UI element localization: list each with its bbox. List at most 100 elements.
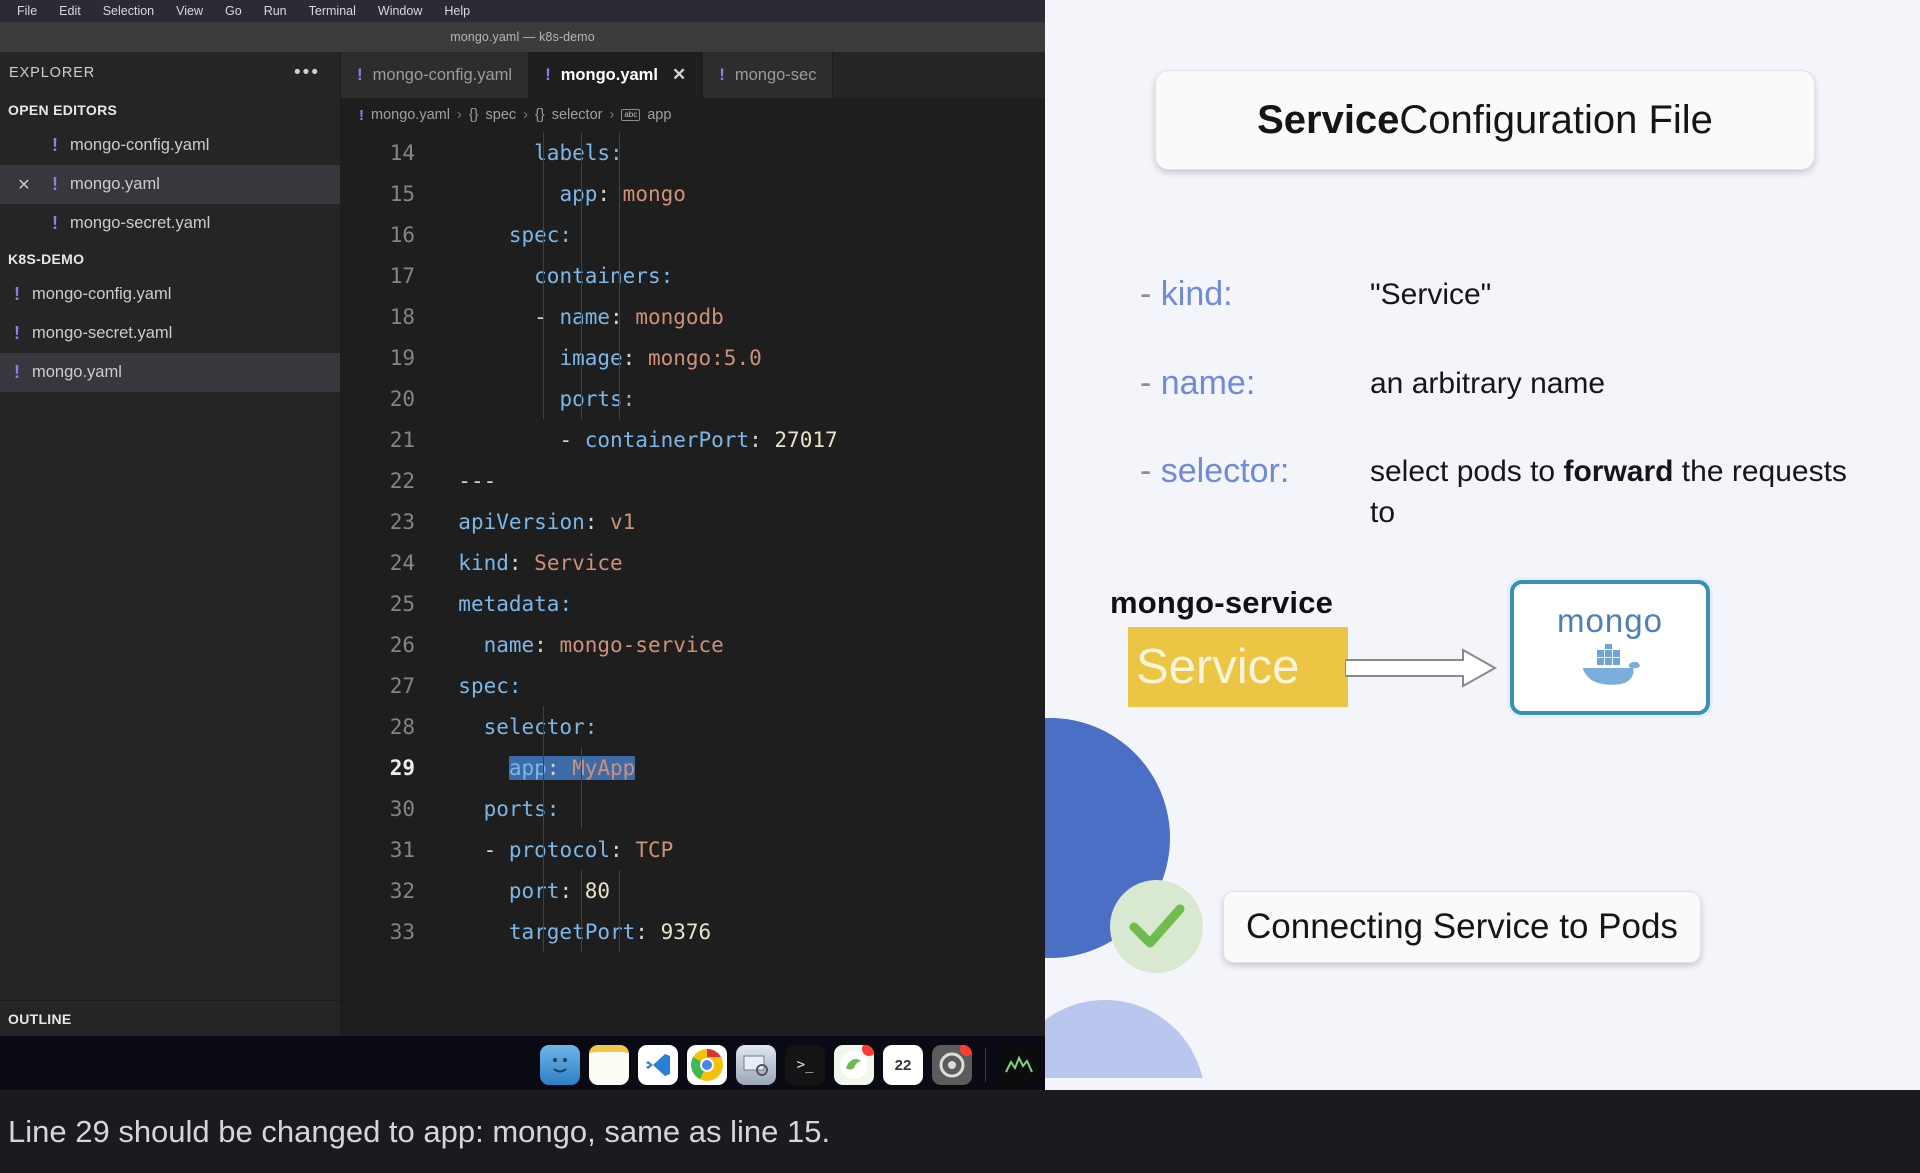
terminal-icon[interactable]: >_ — [785, 1045, 825, 1085]
slide-field-row: - selector: select pods to forward the re… — [1140, 452, 1900, 533]
slide-title-bold: Service — [1257, 97, 1400, 142]
code-text: selector: — [483, 714, 598, 739]
menu-item-selection[interactable]: Selection — [92, 0, 165, 22]
service-name-label: mongo-service — [1110, 585, 1334, 620]
menu-item-go[interactable]: Go — [214, 0, 253, 22]
finder-icon[interactable] — [540, 1045, 580, 1085]
line-number: 22 — [389, 468, 415, 493]
docker-whale-icon — [1579, 643, 1641, 693]
dock-separator — [985, 1048, 986, 1082]
postman-icon[interactable] — [834, 1045, 874, 1085]
line-number: 26 — [389, 632, 415, 657]
indent-guide — [619, 870, 620, 952]
code-text: apiVersion: v1 — [458, 509, 636, 534]
editor-tab[interactable]: ! mongo-config.yaml — [341, 52, 530, 98]
vscode-icon[interactable] — [638, 1045, 678, 1085]
menu-item-run[interactable]: Run — [253, 0, 298, 22]
code-line[interactable]: 29 app: MyApp — [341, 747, 1045, 788]
folder-header[interactable]: K8S-DEMO — [0, 243, 340, 275]
code-text: app: mongo — [559, 181, 686, 206]
code-line[interactable]: 33 targetPort: 9376 — [341, 911, 1045, 952]
code-line[interactable]: 21 - containerPort: 27017 — [341, 419, 1045, 460]
open-editor-item[interactable]: ✕! mongo.yaml — [0, 165, 340, 204]
close-icon[interactable]: ✕ — [8, 175, 40, 195]
slide-field-value: select pods to forward the requests to — [1370, 455, 1847, 529]
macos-menubar: File Edit Selection View Go Run Terminal Window… — [0, 0, 1045, 22]
caption-bar: Line 29 should be changed to app: mongo,… — [0, 1090, 1920, 1173]
ellipsis-icon[interactable]: ••• — [294, 63, 320, 82]
code-line[interactable]: 25 metadata: — [341, 583, 1045, 624]
menu-item-terminal[interactable]: Terminal — [298, 0, 367, 22]
code-line[interactable]: 32 port: 80 — [341, 870, 1045, 911]
code-area[interactable]: 14 labels: 15 app: mongo 16 spec: 17 contai… — [341, 132, 1045, 1022]
code-text: spec: — [508, 222, 573, 247]
menu-item-view[interactable]: View — [165, 0, 214, 22]
code-line[interactable]: 19 image: mongo:5.0 — [341, 337, 1045, 378]
file-tree-item[interactable]: ! mongo-secret.yaml — [0, 314, 340, 353]
menu-item-edit[interactable]: Edit — [48, 0, 92, 22]
breadcrumb-separator: › — [523, 107, 528, 123]
line-number: 18 — [389, 304, 415, 329]
folder-file-list: ! mongo-config.yaml! mongo-secret.yaml! mon… — [0, 275, 340, 392]
code-text: kind: Service — [458, 550, 623, 575]
file-tree-label: mongo-config.yaml — [32, 285, 172, 303]
outline-header[interactable]: OUTLINE — [0, 1000, 340, 1036]
editor-tab[interactable]: ! mongo-sec — [703, 52, 834, 98]
code-text: ports: — [483, 796, 560, 821]
preview-icon[interactable] — [736, 1045, 776, 1085]
pod-box: mongo — [1510, 580, 1710, 715]
code-text: labels: — [534, 140, 623, 165]
breadcrumb-file[interactable]: mongo.yaml — [371, 107, 450, 123]
open-editors-list: ✕!mongo-config.yaml✕!mongo.yaml✕!mongo-s… — [0, 126, 340, 243]
line-number: 25 — [389, 591, 415, 616]
calendar-icon[interactable]: 22 — [883, 1045, 923, 1085]
line-number: 33 — [389, 919, 415, 944]
editor-tab-label: mongo-config.yaml — [372, 65, 513, 84]
line-number: 31 — [389, 837, 415, 862]
pod-label: mongo — [1557, 602, 1663, 639]
notes-icon[interactable] — [589, 1045, 629, 1085]
code-line[interactable]: 30 ports: — [341, 788, 1045, 829]
system-settings-icon[interactable] — [932, 1045, 972, 1085]
vscode-window: File Edit Selection View Go Run Terminal Window… — [0, 0, 1045, 1036]
menu-item-help[interactable]: Help — [433, 0, 481, 22]
open-editor-item[interactable]: ✕!mongo-config.yaml — [0, 126, 340, 165]
code-line[interactable]: 24 kind: Service — [341, 542, 1045, 583]
activity-monitor-icon[interactable] — [999, 1045, 1039, 1085]
menu-item-window[interactable]: Window — [367, 0, 433, 22]
code-line[interactable]: 17 containers: — [341, 255, 1045, 296]
chrome-icon[interactable] — [687, 1045, 727, 1085]
window-title: mongo.yaml — k8s-demo — [450, 30, 595, 44]
tab-close-icon[interactable]: ✕ — [672, 65, 686, 85]
line-number: 14 — [389, 140, 415, 165]
breadcrumb-part[interactable]: selector — [552, 107, 603, 123]
editor-pane: ! mongo-config.yaml! mongo.yaml ✕! mongo-sec… — [341, 52, 1045, 1036]
code-line[interactable]: 18 - name: mongodb — [341, 296, 1045, 337]
code-line[interactable]: 28 selector: — [341, 706, 1045, 747]
open-editor-item[interactable]: ✕!mongo-secret.yaml — [0, 204, 340, 243]
breadcrumb-part[interactable]: app — [647, 107, 671, 123]
code-line[interactable]: 14 labels: — [341, 132, 1045, 173]
breadcrumb-part[interactable]: spec — [486, 107, 517, 123]
file-tree-item[interactable]: ! mongo.yaml — [0, 353, 340, 392]
code-line[interactable]: 23 apiVersion: v1 — [341, 501, 1045, 542]
code-text: - protocol: TCP — [483, 837, 674, 862]
breadcrumb: ! mongo.yaml › {} spec › {} selector › abc app — [341, 98, 1045, 132]
file-tree-item[interactable]: ! mongo-config.yaml — [0, 275, 340, 314]
code-line[interactable]: 16 spec: — [341, 214, 1045, 255]
yaml-warning-icon: ! — [545, 65, 551, 84]
indent-guide — [543, 132, 544, 419]
code-line[interactable]: 20 ports: — [341, 378, 1045, 419]
code-text: containers: — [534, 263, 674, 288]
code-line[interactable]: 31 - protocol: TCP — [341, 829, 1045, 870]
menu-item-file[interactable]: File — [6, 0, 48, 22]
code-line[interactable]: 27 spec: — [341, 665, 1045, 706]
open-editors-header[interactable]: OPEN EDITORS — [0, 94, 340, 126]
code-line[interactable]: 22 --- — [341, 460, 1045, 501]
code-line[interactable]: 15 app: mongo — [341, 173, 1045, 214]
code-text: app: MyApp — [508, 755, 636, 780]
code-line[interactable]: 26 name: mongo-service — [341, 624, 1045, 665]
screen-root: File Edit Selection View Go Run Terminal Window… — [0, 0, 1920, 1173]
indent-guide — [581, 747, 582, 829]
editor-tab[interactable]: ! mongo.yaml ✕ — [529, 52, 704, 98]
